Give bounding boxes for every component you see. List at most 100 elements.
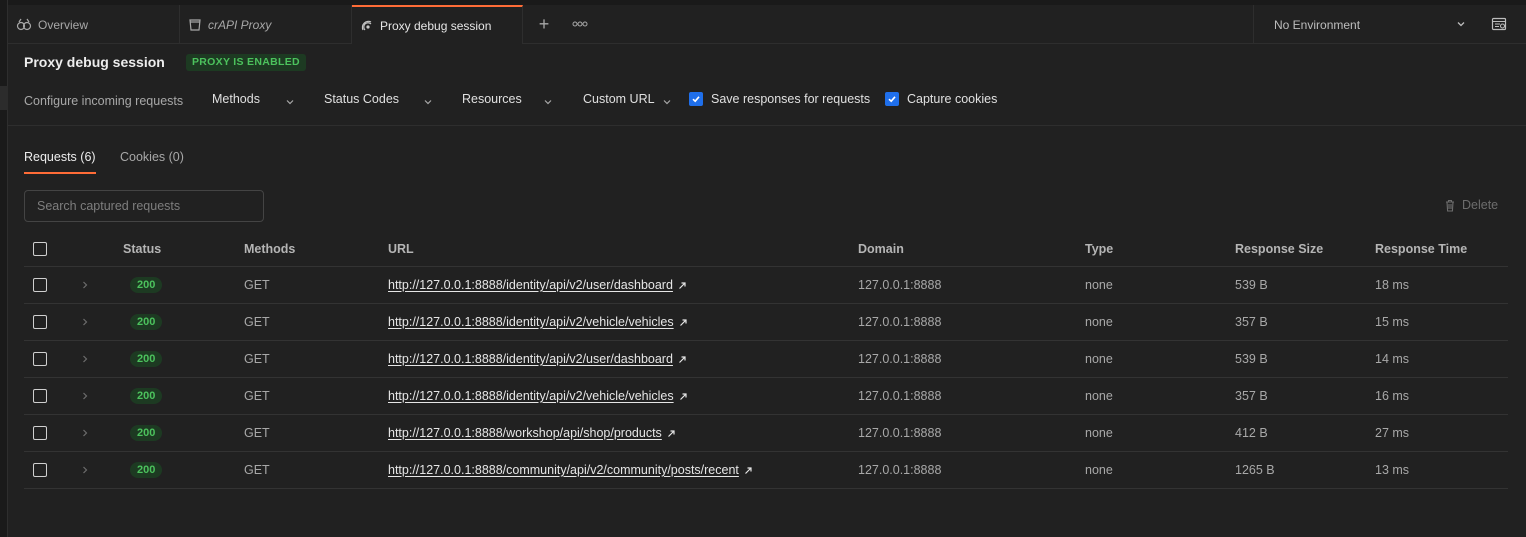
row-checkbox[interactable] bbox=[33, 452, 47, 488]
expand-row-button[interactable] bbox=[80, 378, 90, 414]
capture-cookies-checkbox[interactable]: Capture cookies bbox=[885, 92, 997, 106]
tab-overview-label: Overview bbox=[38, 17, 89, 32]
request-url-link[interactable]: http://127.0.0.1:8888/identity/api/v2/us… bbox=[388, 341, 687, 377]
row-checkbox[interactable] bbox=[33, 378, 47, 414]
left-rail bbox=[0, 0, 8, 537]
chevron-right-icon bbox=[83, 392, 88, 400]
row-checkbox[interactable] bbox=[33, 304, 47, 340]
environment-quick-look-icon[interactable] bbox=[1491, 16, 1507, 32]
row-checkbox[interactable] bbox=[33, 341, 47, 377]
request-method: GET bbox=[244, 278, 270, 292]
tab-overview[interactable]: Overview bbox=[8, 5, 180, 44]
table-row[interactable]: 200 GET http://127.0.0.1:8888/community/… bbox=[24, 452, 1508, 489]
row-checkbox[interactable] bbox=[33, 267, 47, 303]
expand-row-button[interactable] bbox=[80, 452, 90, 488]
checkbox-checked-icon[interactable] bbox=[689, 92, 703, 106]
request-url[interactable]: http://127.0.0.1:8888/workshop/api/shop/… bbox=[388, 426, 662, 440]
column-header-status[interactable]: Status bbox=[123, 231, 161, 266]
request-method: GET bbox=[244, 315, 270, 329]
request-url[interactable]: http://127.0.0.1:8888/identity/api/v2/us… bbox=[388, 352, 673, 366]
response-time: 18 ms bbox=[1375, 278, 1410, 292]
more-tabs-icon[interactable] bbox=[571, 13, 589, 35]
request-type: none bbox=[1085, 426, 1113, 440]
chevron-right-icon bbox=[83, 466, 88, 474]
tab-bar: Overview crAPI Proxy Proxy debug session… bbox=[8, 0, 1526, 44]
divider bbox=[8, 125, 1526, 126]
row-checkbox[interactable] bbox=[33, 415, 47, 451]
expand-row-button[interactable] bbox=[80, 341, 90, 377]
checkbox-icon[interactable] bbox=[33, 241, 47, 256]
table-header: Status Methods URL Domain Type Response … bbox=[24, 231, 1508, 267]
request-url[interactable]: http://127.0.0.1:8888/community/api/v2/c… bbox=[388, 463, 739, 477]
request-url[interactable]: http://127.0.0.1:8888/identity/api/v2/us… bbox=[388, 278, 673, 292]
expand-row-button[interactable] bbox=[80, 415, 90, 451]
response-size: 539 B bbox=[1235, 352, 1268, 366]
save-responses-label: Save responses for requests bbox=[711, 92, 871, 106]
custom-url-dropdown-label: Custom URL bbox=[583, 92, 655, 106]
request-url-link[interactable]: http://127.0.0.1:8888/identity/api/v2/us… bbox=[388, 267, 687, 303]
checkbox-icon[interactable] bbox=[33, 463, 47, 477]
request-method: GET bbox=[244, 463, 270, 477]
chevron-down-icon bbox=[286, 100, 294, 105]
chevron-down-icon bbox=[1457, 22, 1465, 27]
external-link-icon[interactable] bbox=[679, 392, 688, 401]
save-responses-checkbox[interactable]: Save responses for requests bbox=[689, 92, 870, 106]
table-row[interactable]: 200 GET http://127.0.0.1:8888/identity/a… bbox=[24, 341, 1508, 378]
request-url[interactable]: http://127.0.0.1:8888/identity/api/v2/ve… bbox=[388, 389, 674, 403]
tab-requests[interactable]: Requests (6) bbox=[24, 150, 96, 164]
search-input[interactable] bbox=[24, 190, 264, 222]
response-time: 15 ms bbox=[1375, 315, 1410, 329]
request-url-link[interactable]: http://127.0.0.1:8888/identity/api/v2/ve… bbox=[388, 304, 688, 340]
rail-marker bbox=[0, 86, 8, 110]
status-code: 200 bbox=[130, 314, 163, 330]
table-row[interactable]: 200 GET http://127.0.0.1:8888/identity/a… bbox=[24, 378, 1508, 415]
request-url[interactable]: http://127.0.0.1:8888/identity/api/v2/ve… bbox=[388, 315, 674, 329]
column-header-type[interactable]: Type bbox=[1085, 231, 1113, 266]
custom-url-dropdown[interactable]: Custom URL bbox=[583, 92, 671, 106]
expand-row-button[interactable] bbox=[80, 267, 90, 303]
checkbox-icon[interactable] bbox=[33, 389, 47, 403]
column-header-url[interactable]: URL bbox=[388, 231, 414, 266]
table-row[interactable]: 200 GET http://127.0.0.1:8888/identity/a… bbox=[24, 304, 1508, 341]
select-all-checkbox[interactable] bbox=[33, 231, 47, 266]
table-row[interactable]: 200 GET http://127.0.0.1:8888/identity/a… bbox=[24, 267, 1508, 304]
column-header-response-size[interactable]: Response Size bbox=[1235, 231, 1323, 266]
external-link-icon[interactable] bbox=[679, 318, 688, 327]
environment-selector[interactable]: No Environment bbox=[1253, 5, 1477, 44]
resources-dropdown[interactable]: Resources bbox=[462, 92, 552, 106]
external-link-icon[interactable] bbox=[678, 355, 687, 364]
methods-dropdown-label: Methods bbox=[212, 92, 260, 106]
status-code: 200 bbox=[130, 277, 163, 293]
external-link-icon[interactable] bbox=[744, 466, 753, 475]
request-url-link[interactable]: http://127.0.0.1:8888/community/api/v2/c… bbox=[388, 452, 753, 488]
chevron-down-icon bbox=[424, 100, 432, 105]
request-domain: 127.0.0.1:8888 bbox=[858, 389, 942, 403]
table-row[interactable]: 200 GET http://127.0.0.1:8888/workshop/a… bbox=[24, 415, 1508, 452]
methods-dropdown[interactable]: Methods bbox=[212, 92, 294, 106]
column-header-domain[interactable]: Domain bbox=[858, 231, 904, 266]
tab-cookies[interactable]: Cookies (0) bbox=[120, 150, 184, 164]
status-code: 200 bbox=[130, 351, 163, 367]
request-url-link[interactable]: http://127.0.0.1:8888/identity/api/v2/ve… bbox=[388, 378, 688, 414]
tab-crapi-proxy[interactable]: crAPI Proxy bbox=[180, 5, 352, 44]
external-link-icon[interactable] bbox=[667, 429, 676, 438]
checkbox-checked-icon[interactable] bbox=[885, 92, 899, 106]
response-size: 1265 B bbox=[1235, 463, 1275, 477]
expand-row-button[interactable] bbox=[80, 304, 90, 340]
checkbox-icon[interactable] bbox=[33, 278, 47, 292]
delete-button[interactable]: Delete bbox=[1444, 198, 1498, 212]
external-link-icon[interactable] bbox=[678, 281, 687, 290]
request-domain: 127.0.0.1:8888 bbox=[858, 315, 942, 329]
checkbox-icon[interactable] bbox=[33, 352, 47, 366]
new-tab-button[interactable]: + bbox=[536, 13, 552, 35]
checkbox-icon[interactable] bbox=[33, 426, 47, 440]
checkbox-icon[interactable] bbox=[33, 315, 47, 329]
status-codes-dropdown[interactable]: Status Codes bbox=[324, 92, 432, 106]
column-header-methods[interactable]: Methods bbox=[244, 231, 295, 266]
column-header-response-time[interactable]: Response Time bbox=[1375, 231, 1467, 266]
status-badge: 200 bbox=[130, 304, 163, 340]
tab-proxy-debug-session[interactable]: Proxy debug session bbox=[352, 5, 523, 44]
response-time: 27 ms bbox=[1375, 426, 1410, 440]
status-codes-dropdown-label: Status Codes bbox=[324, 92, 400, 106]
request-url-link[interactable]: http://127.0.0.1:8888/workshop/api/shop/… bbox=[388, 415, 676, 451]
